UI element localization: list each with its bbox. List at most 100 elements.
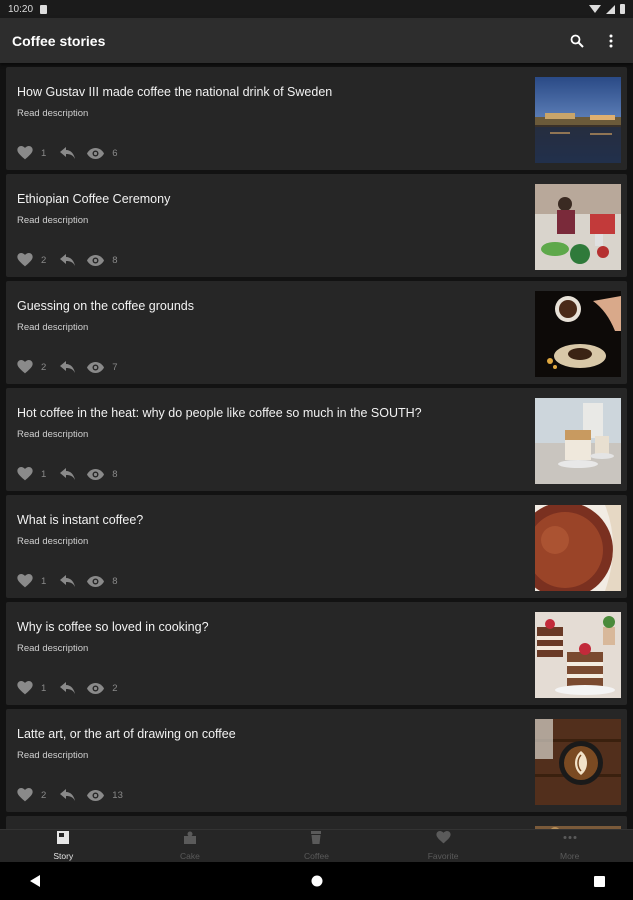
read-description-link[interactable]: Read description xyxy=(17,322,88,333)
story-card[interactable]: Hot coffee in the heat: why do people li… xyxy=(6,388,627,491)
eye-icon xyxy=(87,254,105,266)
story-stats: 16 xyxy=(17,146,118,160)
views-count: 2 xyxy=(112,682,118,694)
story-title: Guessing on the coffee grounds xyxy=(17,299,194,313)
reply-icon[interactable] xyxy=(60,468,76,480)
story-stats: 2 13 xyxy=(17,788,123,802)
story-thumbnail xyxy=(535,77,621,163)
nav-label: Cake xyxy=(179,851,200,861)
story-card[interactable]: Guessing on the coffee grounds Read desc… xyxy=(6,281,627,384)
likes-count: 1 xyxy=(41,468,47,480)
app-bar: Coffee stories xyxy=(0,18,633,63)
reply-icon[interactable] xyxy=(60,361,76,373)
story-title: Latte art, or the art of drawing on coff… xyxy=(17,727,236,741)
views-count: 8 xyxy=(112,468,118,480)
reply-icon[interactable] xyxy=(60,575,76,587)
story-stats: 18 xyxy=(17,467,118,481)
story-card[interactable]: Why is coffee so loved in cooking? Read … xyxy=(6,602,627,705)
nav-label: Coffee xyxy=(304,851,329,861)
back-icon[interactable] xyxy=(30,875,40,887)
eye-icon xyxy=(87,147,105,159)
heart-icon[interactable] xyxy=(17,253,33,267)
story-stats: 27 xyxy=(17,360,118,374)
story-stats: 28 xyxy=(17,253,118,267)
status-time: 10:20 xyxy=(8,3,34,15)
story-thumbnail xyxy=(535,505,621,591)
nav-item-favorite[interactable]: Favorite xyxy=(380,830,507,862)
nav-item-more[interactable]: More xyxy=(506,830,633,862)
nav-item-coffee[interactable]: Coffee xyxy=(253,830,380,862)
story-title: What is instant coffee? xyxy=(17,513,144,527)
recents-icon[interactable] xyxy=(594,875,605,887)
likes-count: 1 xyxy=(41,682,47,694)
story-title: Why is coffee so loved in cooking? xyxy=(17,620,209,634)
story-thumbnail xyxy=(535,612,621,698)
nav-item-story[interactable]: Story xyxy=(0,830,127,862)
likes-count: 1 xyxy=(41,147,47,159)
likes-count: 1 xyxy=(41,575,47,587)
more-vertical-icon[interactable] xyxy=(601,31,621,51)
reply-icon[interactable] xyxy=(60,682,76,694)
heart-icon[interactable] xyxy=(17,681,33,695)
reply-icon[interactable] xyxy=(60,789,76,801)
sd-card-icon xyxy=(40,4,48,14)
book-icon xyxy=(56,831,70,849)
likes-count: 2 xyxy=(41,361,47,373)
nav-label: Favorite xyxy=(427,851,459,861)
read-description-link[interactable]: Read description xyxy=(17,215,88,226)
eye-icon xyxy=(87,468,105,480)
home-icon[interactable] xyxy=(311,875,323,887)
heart-icon xyxy=(435,831,451,849)
story-card[interactable]: Latte art, or the art of drawing on coff… xyxy=(6,709,627,812)
eye-icon xyxy=(87,789,105,801)
read-description-link[interactable]: Read description xyxy=(17,643,88,654)
views-count: 8 xyxy=(112,575,118,587)
signal-icon xyxy=(606,4,615,14)
views-count: 13 xyxy=(112,789,123,801)
heart-icon[interactable] xyxy=(17,574,33,588)
nav-item-cake[interactable]: Cake xyxy=(127,830,254,862)
story-title: Hot coffee in the heat: why do people li… xyxy=(17,406,422,420)
read-description-link[interactable]: Read description xyxy=(17,750,88,761)
story-title: Ethiopian Coffee Ceremony xyxy=(17,192,171,206)
story-thumbnail xyxy=(535,184,621,270)
heart-icon[interactable] xyxy=(17,146,33,160)
likes-count: 2 xyxy=(41,789,47,801)
read-description-link[interactable]: Read description xyxy=(17,108,88,119)
nav-label: More xyxy=(559,851,580,861)
read-description-link[interactable]: Read description xyxy=(17,429,88,440)
bottom-nav: Story Cake Coffee Favorite More xyxy=(0,829,633,862)
story-list[interactable]: How Gustav III made coffee the national … xyxy=(0,63,633,829)
search-icon[interactable] xyxy=(567,31,587,51)
story-card[interactable]: Ethiopian Coffee Ceremony Read descripti… xyxy=(6,174,627,277)
story-stats: 18 xyxy=(17,574,118,588)
story-thumbnail xyxy=(535,291,621,377)
views-count: 7 xyxy=(112,361,118,373)
eye-icon xyxy=(87,682,105,694)
heart-icon[interactable] xyxy=(17,360,33,374)
more-horizontal-icon xyxy=(563,831,577,849)
reply-icon[interactable] xyxy=(60,147,76,159)
story-stats: 12 xyxy=(17,681,118,695)
story-card[interactable]: What is instant coffee? Read description… xyxy=(6,495,627,598)
heart-icon[interactable] xyxy=(17,467,33,481)
system-nav-bar xyxy=(0,862,633,900)
eye-icon xyxy=(87,575,105,587)
read-description-link[interactable]: Read description xyxy=(17,536,88,547)
battery-icon xyxy=(620,4,625,14)
wifi-icon xyxy=(589,5,601,13)
nav-label: Story xyxy=(53,851,74,861)
story-title: How Gustav III made coffee the national … xyxy=(17,85,333,99)
status-bar: 10:20 xyxy=(0,0,633,18)
reply-icon[interactable] xyxy=(60,254,76,266)
heart-icon[interactable] xyxy=(17,788,33,802)
likes-count: 2 xyxy=(41,254,47,266)
cake-icon xyxy=(183,831,197,849)
story-card[interactable]: How Gustav III made coffee the national … xyxy=(6,67,627,170)
story-thumbnail xyxy=(535,398,621,484)
page-title: Coffee stories xyxy=(12,32,106,49)
views-count: 6 xyxy=(112,147,118,159)
story-card-partial[interactable] xyxy=(6,816,627,829)
cup-icon xyxy=(309,831,323,849)
eye-icon xyxy=(87,361,105,373)
